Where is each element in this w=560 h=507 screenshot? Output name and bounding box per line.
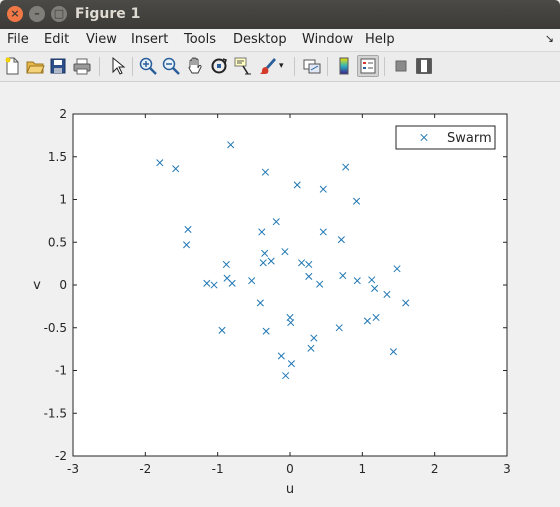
menu-overflow-arrow-icon[interactable]: ↘ <box>545 32 554 45</box>
menu-insert[interactable]: Insert <box>131 32 168 47</box>
figure-window: × – □ Figure 1 File Edit View Insert Too… <box>0 0 560 503</box>
save-icon[interactable] <box>48 56 68 76</box>
menu-desktop[interactable]: Desktop <box>233 32 287 47</box>
axes-box[interactable] <box>72 113 508 457</box>
title-bar: × – □ Figure 1 <box>0 0 560 29</box>
link-plot-icon[interactable] <box>302 56 322 76</box>
rotate-3d-icon[interactable] <box>209 56 229 76</box>
x-tick-label: 1 <box>359 462 367 476</box>
hide-plot-tools-icon[interactable] <box>391 56 411 76</box>
open-file-icon[interactable] <box>25 56 45 76</box>
brush-icon[interactable] <box>257 56 277 76</box>
legend-icon[interactable] <box>357 55 379 77</box>
y-tick-label: -1.5 <box>44 406 67 420</box>
menu-help[interactable]: Help <box>365 32 395 47</box>
zoom-out-icon[interactable] <box>161 56 181 76</box>
x-tick-label: -3 <box>67 462 79 476</box>
y-tick-label: -2 <box>55 449 67 463</box>
print-icon[interactable] <box>72 56 92 76</box>
menu-bar: File Edit View Insert Tools Desktop Wind… <box>0 29 560 52</box>
menu-edit[interactable]: Edit <box>44 32 69 47</box>
menu-view[interactable]: View <box>86 32 117 47</box>
toolbar-separator <box>294 57 295 76</box>
new-figure-icon[interactable] <box>2 56 22 76</box>
figure-canvas: -3 -2 -1 0 1 2 3 -2 -1.5 -1 -0.5 0 0.5 1 1.5 2 u v Swarm <box>0 82 560 503</box>
minimize-window-button[interactable]: – <box>29 6 45 22</box>
y-tick-label: 0 <box>59 278 67 292</box>
x-tick-label: 0 <box>286 462 294 476</box>
toolbar-separator <box>327 57 328 76</box>
legend-entry-label: Swarm <box>447 131 492 146</box>
menu-window[interactable]: Window <box>302 32 353 47</box>
toolbar-separator <box>132 57 133 76</box>
show-plot-tools-icon[interactable] <box>414 56 434 76</box>
colorbar-icon[interactable] <box>334 56 354 76</box>
y-tick-label: -0.5 <box>44 321 67 335</box>
close-window-button[interactable]: × <box>7 6 23 22</box>
toolbar: ▾ <box>0 52 560 82</box>
maximize-window-button[interactable]: □ <box>51 6 67 22</box>
menu-file[interactable]: File <box>7 32 29 47</box>
plot-area[interactable]: -3 -2 -1 0 1 2 3-2-1.5-1-0.500.511.52uvSwarm <box>0 82 560 503</box>
y-axis-label: v <box>33 278 41 293</box>
data-cursor-icon[interactable] <box>233 56 253 76</box>
y-tick-label: 2 <box>59 107 67 121</box>
x-axis-label: u <box>286 482 294 497</box>
toolbar-separator <box>384 57 385 76</box>
x-tick-label: -2 <box>139 462 151 476</box>
x-tick-label: 2 <box>431 462 439 476</box>
pan-hand-icon[interactable] <box>185 56 205 76</box>
window-title: Figure 1 <box>75 6 141 22</box>
x-tick-label: -1 <box>212 462 224 476</box>
zoom-in-icon[interactable] <box>138 56 158 76</box>
y-tick-label: 0.5 <box>48 235 67 249</box>
brush-dropdown-arrow-icon[interactable]: ▾ <box>279 56 287 76</box>
menu-tools[interactable]: Tools <box>184 32 216 47</box>
pointer-icon[interactable] <box>107 56 127 76</box>
y-tick-label: 1.5 <box>48 150 67 164</box>
y-tick-label: -1 <box>55 364 67 378</box>
y-tick-label: 1 <box>59 193 67 207</box>
toolbar-separator <box>99 57 100 76</box>
x-tick-label: 3 <box>503 462 511 476</box>
